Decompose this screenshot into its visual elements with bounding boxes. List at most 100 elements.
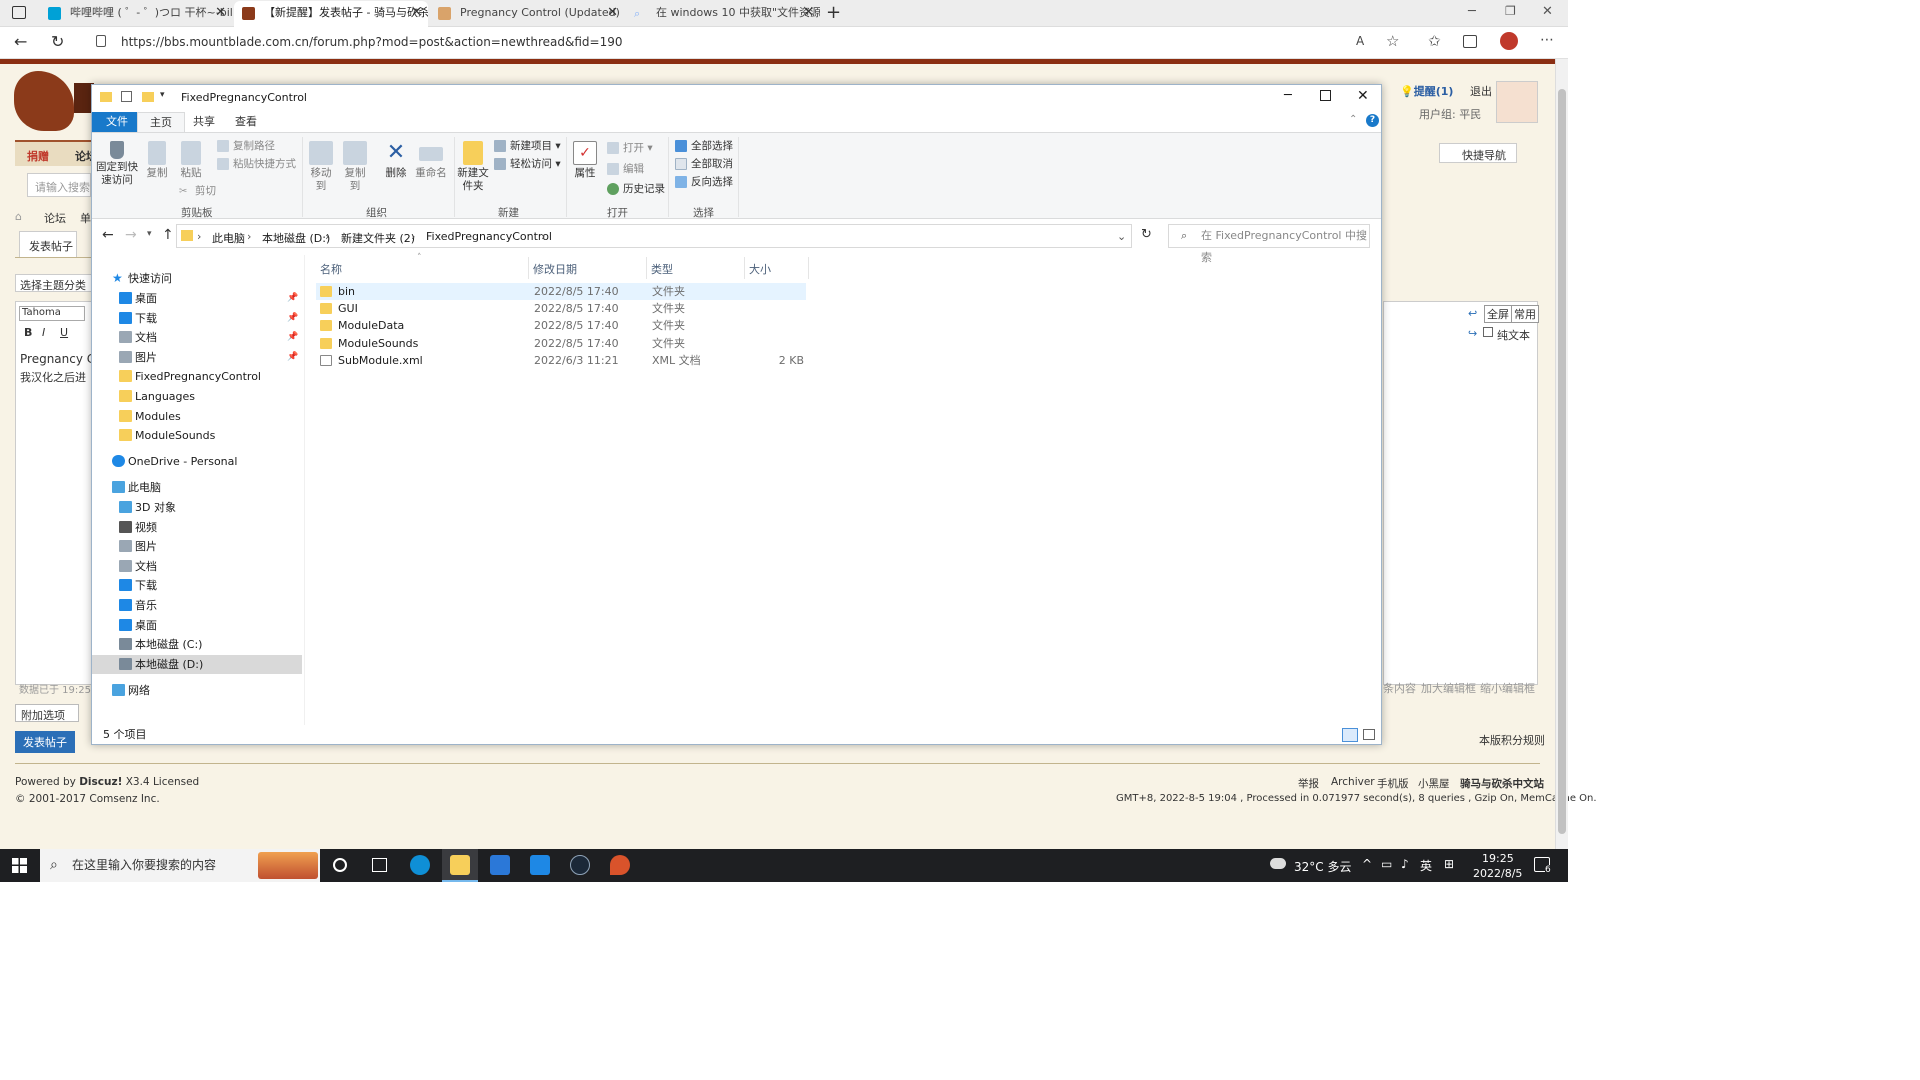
refresh-icon[interactable]: ↻ <box>1141 227 1152 242</box>
new-item-button[interactable]: 新建项目 ▾ <box>494 139 561 153</box>
post-tab[interactable]: 发表帖子 <box>19 231 77 257</box>
pin-icon[interactable]: 📌 <box>287 348 298 367</box>
favorites-icon[interactable]: ✩ <box>1428 32 1441 50</box>
network-icon[interactable]: ▭ <box>1381 857 1392 871</box>
sidebar-network[interactable]: 网络 <box>112 681 302 700</box>
sidebar-onedrive[interactable]: OneDrive - Personal <box>112 452 302 471</box>
close-window-button[interactable]: ✕ <box>1542 4 1553 19</box>
move-to-button[interactable]: 移动到 <box>306 141 336 193</box>
sidebar-pc-item[interactable]: 音乐 <box>119 596 302 615</box>
file-row[interactable]: ModuleSounds 2022/8/5 17:40 文件夹 <box>316 335 806 352</box>
tab-forum-post[interactable]: 【新提醒】发表帖子 - 骑马与砍杀 ✕ <box>234 1 428 27</box>
pin-icon[interactable]: 📌 <box>287 309 298 328</box>
weather-text[interactable]: 32°C 多云 <box>1294 858 1351 875</box>
footer-site-name[interactable]: 骑马与砍杀中文站 <box>1460 776 1544 791</box>
sidebar-pc-item[interactable]: 本地磁盘 (C:) <box>119 635 302 654</box>
sidebar-quick-item[interactable]: 下载 📌 <box>119 309 302 328</box>
read-aloud-icon[interactable]: A <box>1356 34 1364 48</box>
store-icon[interactable] <box>490 855 510 875</box>
ime-indicator[interactable]: 英 <box>1420 857 1432 874</box>
volume-icon[interactable]: ♪ <box>1401 857 1409 871</box>
task-view-icon[interactable] <box>372 858 387 872</box>
qat-dropdown-icon[interactable]: ▾ <box>160 90 165 100</box>
redo-icon[interactable]: ↪ <box>1468 327 1477 340</box>
site-logo[interactable] <box>14 71 74 131</box>
tab-bilibili[interactable]: 哔哩哔哩 ( ゜- ゜)つロ 干杯~-bili ✕ <box>40 1 232 27</box>
minimize-button[interactable]: ─ <box>1468 4 1476 19</box>
delete-button[interactable]: ✕ 删除 <box>382 141 410 180</box>
close-icon[interactable]: ✕ <box>215 1 226 25</box>
footer-report[interactable]: 举报 <box>1298 776 1319 791</box>
sidebar-quick-access[interactable]: ★ 快速访问 <box>112 269 302 288</box>
logout-link[interactable]: 退出 <box>1470 83 1492 99</box>
close-icon[interactable]: ✕ <box>803 1 814 25</box>
tray-overflow-icon[interactable]: ^ <box>1362 857 1372 871</box>
column-header-modified[interactable]: 修改日期 <box>533 261 577 277</box>
close-button[interactable]: ✕ <box>1357 88 1369 104</box>
breadcrumb-drive-d[interactable]: 本地磁盘 (D:) <box>262 230 330 246</box>
properties-button[interactable]: ✓ 属性 <box>570 141 600 180</box>
shrink-editor-link[interactable]: 缩小编辑框 <box>1480 680 1535 696</box>
explorer-titlebar[interactable]: ▾ FixedPregnancyControl ─ ✕ <box>92 85 1381 111</box>
sidebar-quick-item[interactable]: ModuleSounds <box>119 426 302 445</box>
invert-selection-button[interactable]: 反向选择 <box>675 175 733 189</box>
path-box[interactable]: › 此电脑 › 本地磁盘 (D:) › 新建文件夹 (2) › FixedPre… <box>176 224 1132 248</box>
tab-file[interactable]: 文件 <box>92 112 142 132</box>
column-header-size[interactable]: 大小 <box>749 261 771 277</box>
favorite-star-icon[interactable]: ☆ <box>1386 32 1399 50</box>
help-icon[interactable]: ? <box>1366 114 1379 127</box>
column-header-type[interactable]: 类型 <box>651 261 673 277</box>
clock-time[interactable]: 19:25 <box>1482 852 1514 865</box>
sidebar-quick-item[interactable]: Languages <box>119 387 302 406</box>
topic-select[interactable]: 选择主题分类 <box>15 274 93 292</box>
sidebar-quick-item[interactable]: Modules <box>119 407 302 426</box>
breadcrumb-this-pc[interactable]: 此电脑 <box>212 230 245 246</box>
new-tab-button[interactable]: + <box>826 2 841 23</box>
steam-icon[interactable] <box>570 855 590 875</box>
paste-shortcut-button[interactable]: 粘贴快捷方式 <box>217 157 296 171</box>
profile-avatar[interactable] <box>1500 32 1518 50</box>
search-input[interactable]: ⌕ 在 FixedPregnancyControl 中搜索 <box>1168 224 1370 264</box>
attach-options-button[interactable]: 附加选项 <box>15 704 79 722</box>
quick-nav-button[interactable]: 快捷导航 <box>1439 143 1517 163</box>
sidebar-pc-item[interactable]: 下载 <box>119 576 302 595</box>
history-button[interactable]: 历史记录 <box>607 182 665 196</box>
sidebar-pc-item[interactable]: 3D 对象 <box>119 498 302 517</box>
pin-quick-access-button[interactable]: 固定到快速访问 <box>96 141 138 187</box>
tab-actions-icon[interactable] <box>12 6 26 19</box>
italic-button[interactable]: I <box>42 326 45 339</box>
scrollbar-thumb[interactable] <box>1558 89 1566 834</box>
app-icon[interactable] <box>610 855 630 875</box>
font-select[interactable]: Tahoma <box>19 306 85 321</box>
select-none-button[interactable]: 全部取消 <box>675 157 733 171</box>
file-row[interactable]: bin 2022/8/5 17:40 文件夹 <box>316 283 806 300</box>
sidebar-pc-item[interactable]: 文档 <box>119 557 302 576</box>
weather-cloud-icon[interactable] <box>1270 858 1286 869</box>
column-separator[interactable] <box>744 257 745 279</box>
collapse-ribbon-icon[interactable]: ⌃ <box>1349 114 1357 125</box>
sidebar-quick-item[interactable]: 桌面 📌 <box>119 289 302 308</box>
lock-icon[interactable] <box>96 35 106 47</box>
back-button[interactable]: ← <box>14 32 27 51</box>
restore-button[interactable]: ❐ <box>1505 4 1516 18</box>
details-view-button[interactable] <box>1342 728 1358 742</box>
large-icons-view-button[interactable] <box>1363 729 1375 740</box>
points-rule-link[interactable]: 本版积分规则 <box>1479 732 1545 748</box>
copy-button[interactable]: 复制 <box>144 141 170 180</box>
copy-path-button[interactable]: 复制路径 <box>217 139 275 153</box>
sidebar-pc-item[interactable]: 桌面 <box>119 616 302 635</box>
breadcrumb-forum[interactable]: 论坛 <box>44 210 66 226</box>
path-dropdown-icon[interactable]: ⌄ <box>1117 230 1126 243</box>
taskbar-search-input[interactable]: ⌕ 在这里输入你要搜索的内容 <box>40 849 320 882</box>
sidebar-pc-item[interactable]: 图片 <box>119 537 302 556</box>
properties-qat-icon[interactable] <box>121 91 132 102</box>
breadcrumb-new-folder-2[interactable]: 新建文件夹 (2) <box>341 230 415 246</box>
sidebar-pc-item[interactable]: 本地磁盘 (D:) <box>92 654 302 674</box>
new-folder-qat-icon[interactable] <box>142 92 154 102</box>
search-field[interactable]: 请输入搜索内 <box>27 173 101 197</box>
cut-button[interactable]: ✂ 剪切 <box>179 184 216 198</box>
easy-access-button[interactable]: 轻松访问 ▾ <box>494 157 561 171</box>
pin-icon[interactable]: 📌 <box>287 328 298 347</box>
rename-button[interactable]: 重命名 <box>414 141 448 180</box>
cortana-icon[interactable] <box>333 858 347 872</box>
